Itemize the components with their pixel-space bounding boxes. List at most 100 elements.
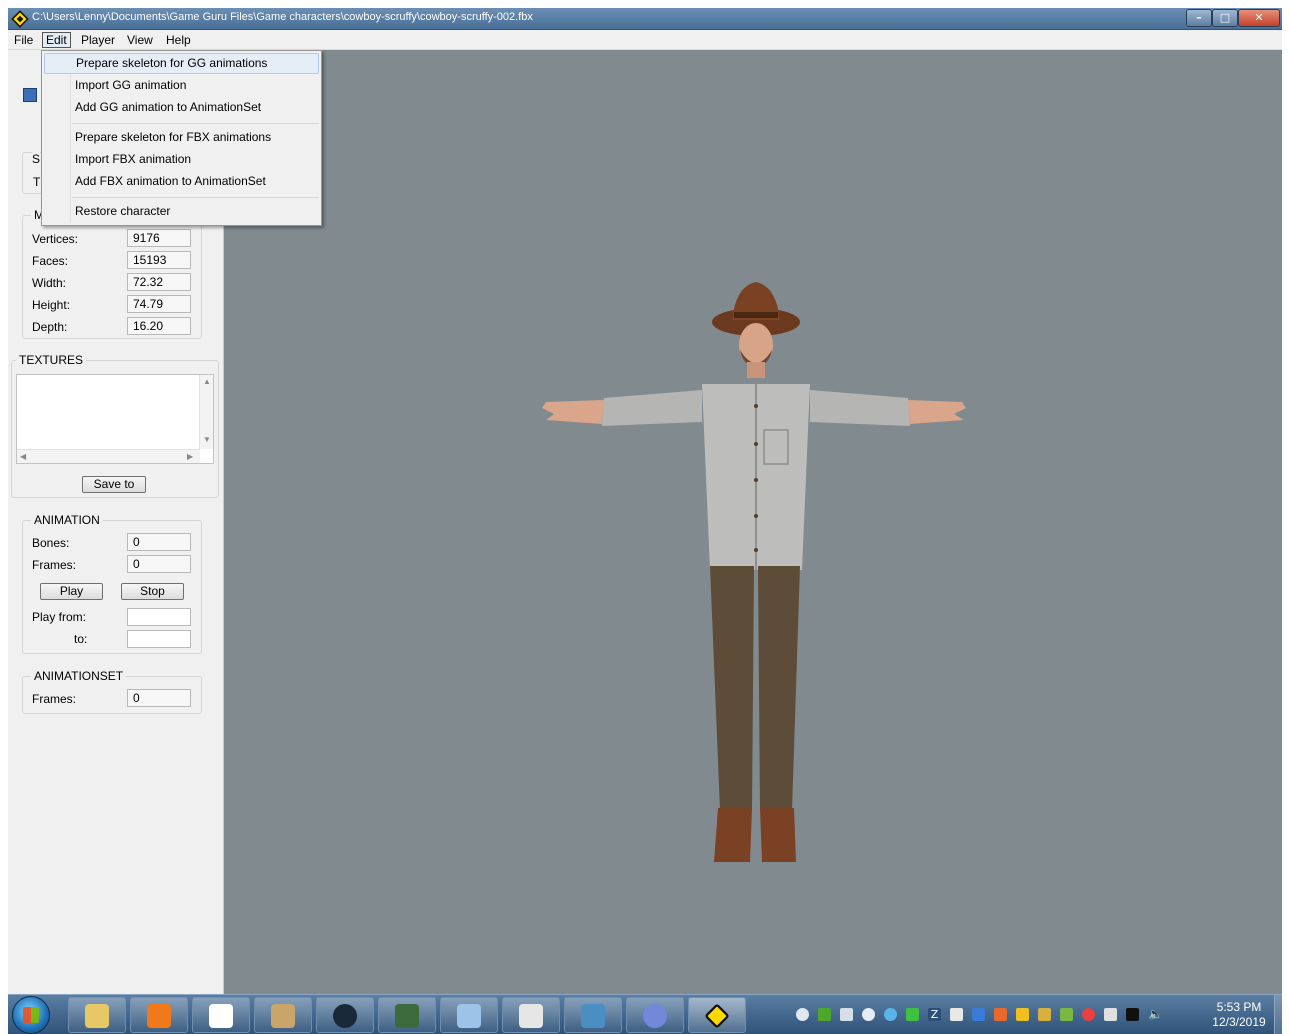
bug-tray-icon[interactable] xyxy=(1038,1008,1051,1021)
gameguru-app-icon[interactable] xyxy=(11,10,29,28)
discord-tray-icon[interactable] xyxy=(862,1008,875,1021)
to-label: to: xyxy=(74,632,88,646)
mail-tray-icon[interactable] xyxy=(972,1008,985,1021)
nvidia-tray-icon[interactable] xyxy=(818,1008,831,1021)
animation-group: ANIMATION Bones: 0 Frames: 0 Play Stop P… xyxy=(22,513,202,654)
z-tray-icon[interactable]: Z xyxy=(928,1008,941,1021)
terminal-tray-icon[interactable] xyxy=(1126,1008,1139,1021)
menu-edit[interactable]: Edit xyxy=(42,32,71,48)
screen: C:\Users\Lenny\Documents\Game Guru Files… xyxy=(0,0,1289,1034)
taskbar-gameguru[interactable] xyxy=(688,997,746,1033)
menu-player[interactable]: Player xyxy=(78,32,118,48)
textures-title: TEXTURES xyxy=(16,353,87,367)
play-from-label: Play from: xyxy=(32,610,87,624)
animationset-title: ANIMATIONSET xyxy=(31,669,127,683)
right-hand xyxy=(908,400,966,424)
textures-hscrollbar[interactable]: ◀ ▶ xyxy=(17,449,200,463)
scroll-right-arrow-icon[interactable]: ▶ xyxy=(187,452,193,461)
menu-item-restore-character[interactable]: Restore character xyxy=(44,201,319,222)
taskbar-document[interactable] xyxy=(502,997,560,1033)
taskbar-screen-app[interactable] xyxy=(378,997,436,1033)
taskbar-image-viewer[interactable] xyxy=(564,997,622,1033)
scroll-up-arrow-icon[interactable]: ▲ xyxy=(203,377,211,386)
system-tray: Z 🔈 xyxy=(792,995,1192,1034)
scroll-left-arrow-icon[interactable]: ◀ xyxy=(20,452,26,461)
taskbar-discord[interactable] xyxy=(626,997,684,1033)
vertices-label: Vertices: xyxy=(32,232,79,246)
edit-dropdown-menu: Prepare skeleton for GG animations Impor… xyxy=(41,50,322,226)
taskbar-explorer[interactable] xyxy=(68,997,126,1033)
animationset-frames-label: Frames: xyxy=(32,692,77,706)
width-label: Width: xyxy=(32,276,67,290)
stop-button[interactable]: Stop xyxy=(121,583,184,600)
taskbar-media-player[interactable] xyxy=(130,997,188,1033)
height-value: 74.79 xyxy=(127,295,191,313)
scroll-down-arrow-icon[interactable]: ▼ xyxy=(203,435,211,444)
show-desktop-button[interactable] xyxy=(1274,995,1282,1034)
taskbar-control-panel[interactable] xyxy=(440,997,498,1033)
battery-tray-icon[interactable] xyxy=(906,1008,919,1021)
play-from-input[interactable] xyxy=(127,608,191,626)
menu-item-prepare-skeleton-gg[interactable]: Prepare skeleton for GG animations xyxy=(44,53,319,74)
menu-item-import-gg-animation[interactable]: Import GG animation xyxy=(44,75,319,96)
flag-tray-icon[interactable] xyxy=(950,1008,963,1021)
left-hand xyxy=(542,400,604,424)
taskbar-notepad[interactable] xyxy=(192,997,250,1033)
menu-separator xyxy=(72,197,319,198)
menu-help[interactable]: Help xyxy=(163,32,194,48)
start-button[interactable] xyxy=(12,996,50,1034)
cloud-tray-icon[interactable] xyxy=(884,1008,897,1021)
mesh-group: M Vertices: 9176 Faces: 15193 Width: 72.… xyxy=(22,208,202,339)
close-button[interactable]: ✕ xyxy=(1238,9,1280,27)
taskbar: Z 🔈 5:53 PM 12/3/2019 xyxy=(8,994,1282,1034)
network-tray-icon[interactable] xyxy=(840,1008,853,1021)
neck xyxy=(747,362,765,378)
depth-value: 16.20 xyxy=(127,317,191,335)
taskbar-clock[interactable]: 5:53 PM 12/3/2019 xyxy=(1204,1000,1274,1030)
menu-file[interactable]: File xyxy=(11,32,36,48)
textures-list[interactable]: ▲ ▼ ◀ ▶ xyxy=(16,374,214,464)
save-to-button[interactable]: Save to xyxy=(82,476,146,493)
title-bar: C:\Users\Lenny\Documents\Game Guru Files… xyxy=(8,8,1282,30)
open-file-icon[interactable] xyxy=(23,88,37,102)
menu-view[interactable]: View xyxy=(124,32,156,48)
notepad-icon xyxy=(209,1004,233,1028)
t-row-label: T xyxy=(33,175,41,189)
maximize-button[interactable]: □ xyxy=(1212,9,1238,27)
left-boot xyxy=(714,808,752,862)
minimize-button[interactable]: – xyxy=(1186,9,1212,27)
steam-icon xyxy=(333,1004,357,1028)
document-icon xyxy=(519,1004,543,1028)
menu-item-add-fbx-animation[interactable]: Add FBX animation to AnimationSet xyxy=(44,171,319,192)
notes-tray-icon[interactable] xyxy=(1016,1008,1029,1021)
taskbar-steam[interactable] xyxy=(316,997,374,1033)
explorer-icon xyxy=(85,1004,109,1028)
play-button[interactable]: Play xyxy=(40,583,103,600)
3d-viewport[interactable] xyxy=(224,50,1282,994)
menu-item-prepare-skeleton-fbx[interactable]: Prepare skeleton for FBX animations xyxy=(44,127,319,148)
volume-tray-icon[interactable]: 🔈 xyxy=(1148,1008,1163,1021)
textures-group: TEXTURES ▲ ▼ ◀ ▶ Save to xyxy=(11,353,219,498)
clock-time: 5:53 PM xyxy=(1216,1000,1262,1014)
width-value: 72.32 xyxy=(127,273,191,291)
pen-tray-icon[interactable] xyxy=(1060,1008,1073,1021)
pants-left-leg xyxy=(710,566,754,810)
steam-tray-icon[interactable] xyxy=(796,1008,809,1021)
menu-item-import-fbx-animation[interactable]: Import FBX animation xyxy=(44,149,319,170)
hat-band xyxy=(734,312,778,318)
to-input[interactable] xyxy=(127,630,191,648)
textures-vscrollbar[interactable]: ▲ ▼ xyxy=(199,375,213,449)
faces-label: Faces: xyxy=(32,254,69,268)
image-viewer-icon xyxy=(581,1004,605,1028)
taskbar-paint[interactable] xyxy=(254,997,312,1033)
discord-icon xyxy=(643,1004,667,1028)
paint-tray-icon[interactable] xyxy=(994,1008,1007,1021)
window-title: C:\Users\Lenny\Documents\Game Guru Files… xyxy=(32,11,533,23)
screen-icon xyxy=(395,1004,419,1028)
animationset-group: ANIMATIONSET Frames: 0 xyxy=(22,669,202,714)
menu-item-add-gg-animation[interactable]: Add GG animation to AnimationSet xyxy=(44,97,319,118)
display-tray-icon[interactable] xyxy=(1104,1008,1117,1021)
menu-bar: File Edit Player View Help xyxy=(8,30,1282,50)
gameguru-icon xyxy=(704,1003,730,1029)
sync-tray-icon[interactable] xyxy=(1082,1008,1095,1021)
